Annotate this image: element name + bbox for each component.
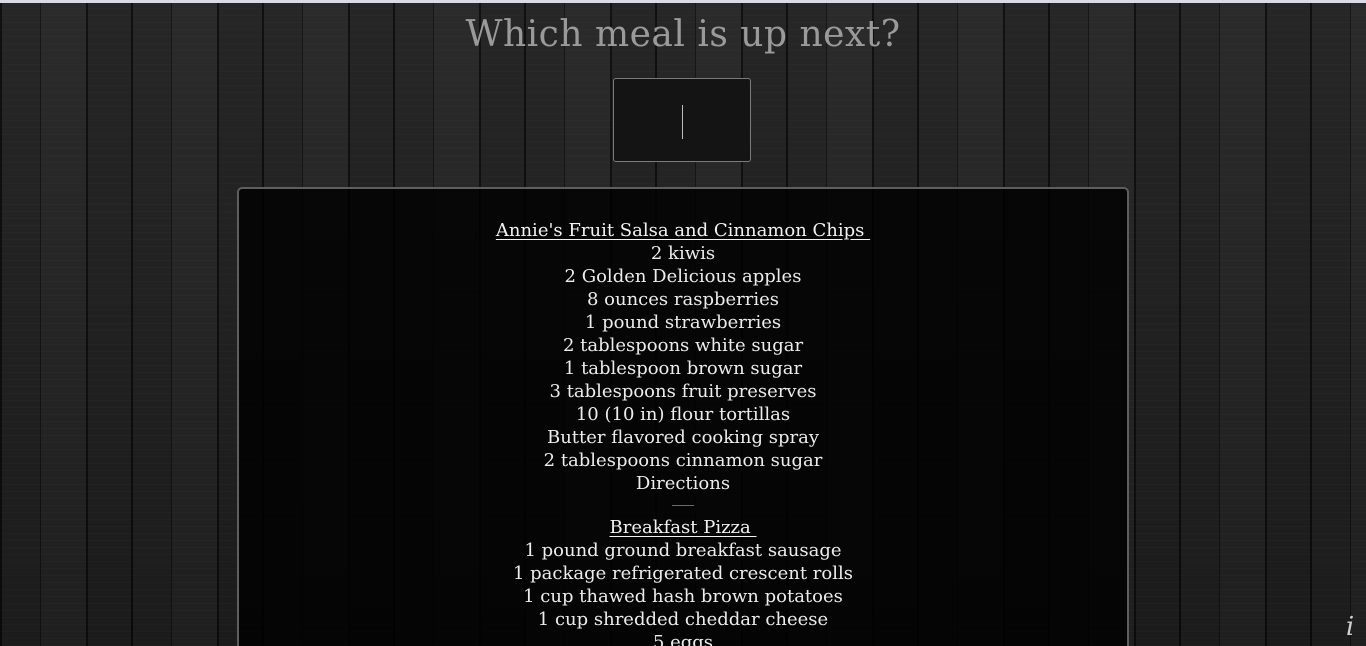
text-caret (682, 105, 683, 139)
ingredient-item: 5 eggs (652, 632, 714, 646)
ingredient-item: 2 tablespoons white sugar (562, 335, 804, 356)
directions-link[interactable]: Directions (239, 472, 1127, 495)
meal-input-box[interactable] (613, 78, 751, 162)
recipe-divider (672, 505, 694, 506)
page-title: Which meal is up next? (465, 14, 901, 55)
ingredient-item: 3 tablespoons fruit preserves (549, 381, 817, 402)
recipe-list: Annie's Fruit Salsa and Cinnamon Chips 2… (239, 219, 1127, 646)
ingredient-item: Butter flavored cooking spray (546, 427, 820, 448)
ingredient-item: 2 Golden Delicious apples (564, 266, 802, 287)
recipe-card: Annie's Fruit Salsa and Cinnamon Chips 2… (239, 219, 1127, 495)
recipe-card: Breakfast Pizza 1 pound ground breakfast… (239, 516, 1127, 646)
browser-top-strip (0, 0, 1366, 3)
ingredient-item: 1 pound ground breakfast sausage (524, 540, 842, 561)
ingredient-item: 1 package refrigerated crescent rolls (512, 563, 853, 584)
info-icon[interactable]: i (1342, 612, 1358, 642)
ingredient-item: 2 tablespoons cinnamon sugar (543, 450, 823, 471)
recipe-panel: Annie's Fruit Salsa and Cinnamon Chips 2… (237, 187, 1129, 646)
ingredient-item: 2 kiwis (650, 243, 716, 264)
recipe-title-link[interactable]: Annie's Fruit Salsa and Cinnamon Chips (496, 219, 870, 242)
ingredient-item: 1 pound strawberries (584, 312, 782, 333)
recipe-title-link[interactable]: Breakfast Pizza (610, 516, 757, 539)
ingredient-item: 10 (10 in) flour tortillas (575, 404, 791, 425)
ingredient-item: 8 ounces raspberries (586, 289, 779, 310)
ingredient-item: 1 tablespoon brown sugar (563, 358, 803, 379)
ingredient-item: 1 cup thawed hash brown potatoes (523, 586, 843, 607)
ingredient-item: 1 cup shredded cheddar cheese (537, 609, 829, 630)
